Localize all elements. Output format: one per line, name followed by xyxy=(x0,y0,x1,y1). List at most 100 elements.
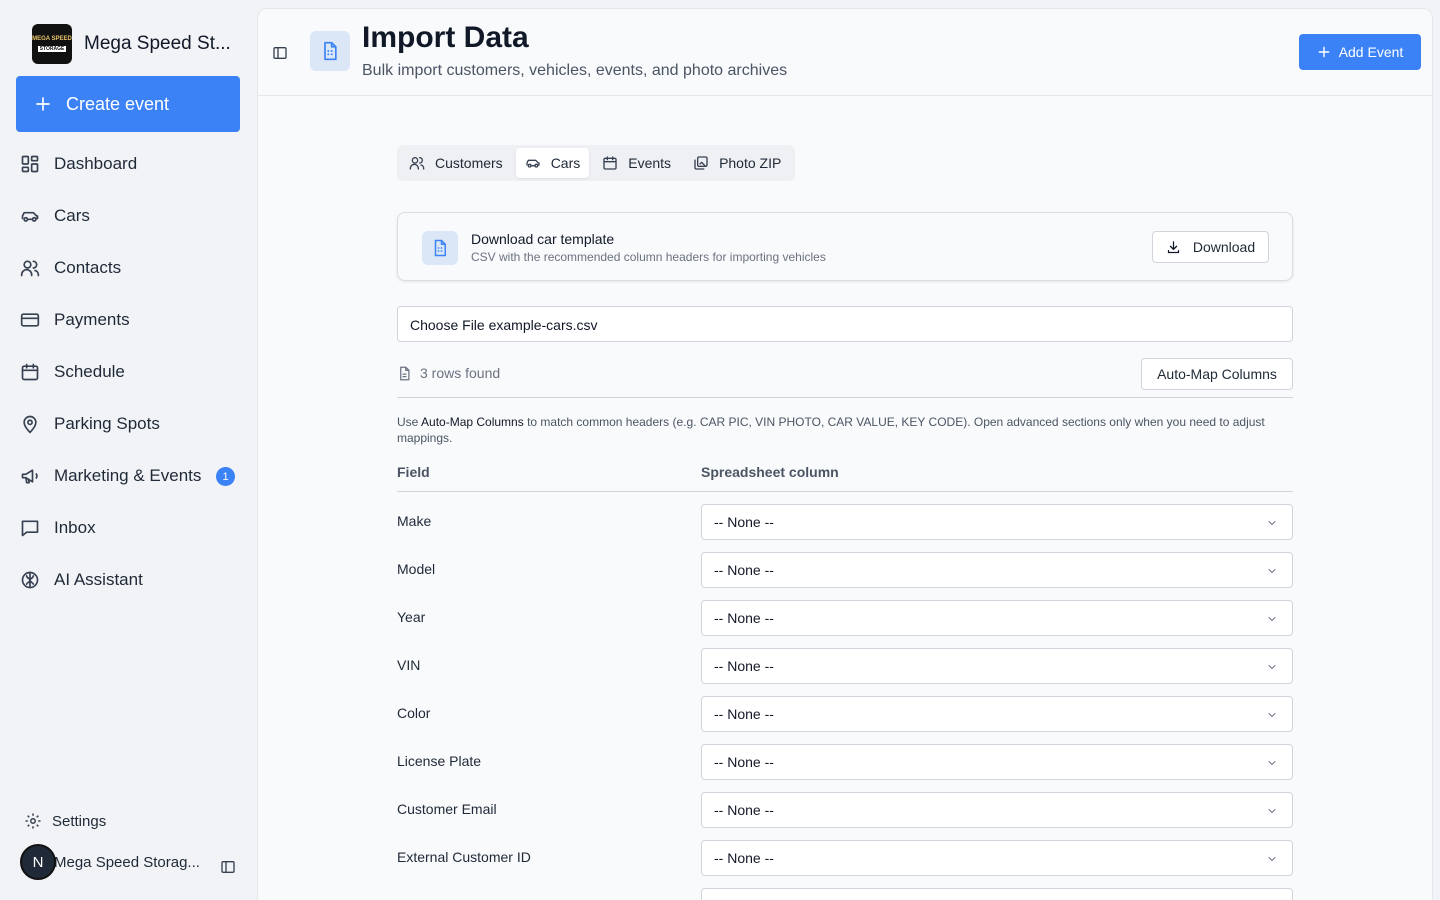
sidebar-item-label: Schedule xyxy=(54,362,125,381)
download-button[interactable]: Download xyxy=(1152,231,1269,263)
car-icon xyxy=(21,211,39,222)
user-menu[interactable]: N Mega Speed Storag... xyxy=(20,844,240,882)
chevron-down-icon xyxy=(1268,617,1276,621)
rows-found-text: 3 rows found xyxy=(420,365,501,381)
main-panel: Import Data Bulk import customers, vehic… xyxy=(257,8,1433,900)
tab-label: Customers xyxy=(435,155,503,171)
file-spreadsheet-icon xyxy=(422,231,458,265)
add-event-button[interactable]: Add Event xyxy=(1299,34,1421,70)
template-card: Download car template CSV with the recom… xyxy=(397,212,1293,281)
field-column-header: Field xyxy=(397,464,430,480)
add-event-label: Add Event xyxy=(1338,44,1404,60)
import-tabs: Customers Cars Events Photo ZIP xyxy=(397,145,795,181)
select-value: -- None -- xyxy=(714,706,774,722)
tab-photo-zip[interactable]: Photo ZIP xyxy=(684,148,790,178)
select-value: -- None -- xyxy=(714,610,774,626)
template-title: Download car template xyxy=(471,231,615,247)
tab-events[interactable]: Events xyxy=(593,148,680,178)
sidebar-item-parking-spots[interactable]: Parking Spots xyxy=(0,398,256,450)
sidebar-item-label: Parking Spots xyxy=(54,414,160,433)
sidebar-item-payments[interactable]: Payments xyxy=(0,294,256,346)
mapping-row: Model -- None -- xyxy=(397,552,1293,588)
chevron-down-icon xyxy=(1268,809,1276,813)
tab-label: Cars xyxy=(550,155,581,171)
notification-badge: 1 xyxy=(216,467,235,486)
users-icon xyxy=(20,260,40,277)
mapping-row: Color -- None -- xyxy=(397,696,1293,732)
logo-subtext: STORAGE xyxy=(37,45,67,52)
mapping-column-select[interactable]: -- None -- xyxy=(701,840,1293,876)
mapping-column-select[interactable]: -- None -- xyxy=(701,648,1293,684)
header-divider xyxy=(397,491,1293,492)
mapping-column-select[interactable]: -- None -- xyxy=(701,600,1293,636)
megaphone-icon xyxy=(21,469,38,484)
sidebar-item-label: Marketing & Events xyxy=(54,466,202,485)
gear-icon xyxy=(25,813,41,829)
mapping-field-label: VIN xyxy=(397,657,421,673)
mapping-row: Customer Email -- None -- xyxy=(397,792,1293,828)
file-input[interactable]: Choose File example-cars.csv xyxy=(397,306,1293,342)
select-value: -- None -- xyxy=(714,850,774,866)
page-title: Import Data xyxy=(362,21,529,54)
mapping-column-select[interactable]: -- None -- xyxy=(701,552,1293,588)
sidebar-toggle-icon[interactable] xyxy=(272,45,288,61)
chevron-down-icon xyxy=(1268,857,1276,861)
mapping-field-label: Model xyxy=(397,561,436,577)
sidebar-item-contacts[interactable]: Contacts xyxy=(0,242,256,294)
mapping-row: Year -- None -- xyxy=(397,600,1293,636)
sidebar-item-inbox[interactable]: Inbox xyxy=(0,502,256,554)
tab-customers[interactable]: Customers xyxy=(400,148,512,178)
page-header: Import Data Bulk import customers, vehic… xyxy=(258,9,1432,96)
mapping-field-label: Make xyxy=(397,513,432,529)
sidebar: MEGA SPEED STORAGE Mega Speed St... Crea… xyxy=(0,0,256,900)
tab-cars[interactable]: Cars xyxy=(515,148,590,178)
download-icon xyxy=(1167,240,1179,253)
hint-emphasis: Auto-Map Columns xyxy=(421,415,524,429)
sidebar-item-marketing-events[interactable]: Marketing & Events 1 xyxy=(0,450,256,502)
brand[interactable]: MEGA SPEED STORAGE Mega Speed St... xyxy=(32,24,231,64)
chevron-down-icon xyxy=(1268,713,1276,717)
mapping-column-select[interactable]: -- None -- xyxy=(701,744,1293,780)
calendar-icon xyxy=(21,363,39,381)
chevron-down-icon xyxy=(1268,569,1276,573)
brand-logo: MEGA SPEED STORAGE xyxy=(32,24,72,64)
credit-card-icon xyxy=(20,313,40,327)
file-spreadsheet-icon xyxy=(310,31,350,71)
user-name: Mega Speed Storag... xyxy=(54,854,200,871)
mapping-column-select[interactable]: -- None -- xyxy=(701,792,1293,828)
plus-icon xyxy=(1318,46,1330,58)
auto-map-button[interactable]: Auto-Map Columns xyxy=(1141,358,1293,390)
file-icon xyxy=(400,366,410,380)
settings-label: Settings xyxy=(52,812,107,830)
tab-label: Photo ZIP xyxy=(719,155,782,171)
sidebar-item-dashboard[interactable]: Dashboard xyxy=(0,138,256,190)
sidebar-item-ai-assistant[interactable]: AI Assistant xyxy=(0,554,256,606)
select-value: -- None -- xyxy=(714,802,774,818)
logo-text: MEGA SPEED xyxy=(32,36,72,43)
brand-name: Mega Speed St... xyxy=(84,33,231,54)
avatar[interactable]: N xyxy=(20,844,56,880)
images-icon xyxy=(694,156,708,170)
mapping-column-select[interactable]: -- None -- xyxy=(701,696,1293,732)
mapping-field-label: License Plate xyxy=(397,753,482,769)
mapping-field-label: External Customer ID xyxy=(397,849,531,865)
create-event-button[interactable]: Create event xyxy=(16,76,240,132)
chevron-down-icon xyxy=(1268,761,1276,765)
mapping-row: VIN -- None -- xyxy=(397,648,1293,684)
mapping-column-select[interactable]: -- None -- xyxy=(701,888,1293,900)
download-label: Download xyxy=(1192,239,1256,255)
sidebar-item-schedule[interactable]: Schedule xyxy=(0,346,256,398)
create-event-label: Create event xyxy=(66,93,170,114)
sidebar-item-cars[interactable]: Cars xyxy=(0,190,256,242)
page-subtitle: Bulk import customers, vehicles, events,… xyxy=(362,62,788,79)
mapping-row: Make -- None -- xyxy=(397,504,1293,540)
sidebar-item-label: Inbox xyxy=(54,518,96,537)
car-icon xyxy=(526,159,540,168)
auto-map-hint: Use Auto-Map Columns to match common hea… xyxy=(397,414,1293,446)
hint-suffix: to match common headers (e.g. CAR PIC, V… xyxy=(397,415,1265,445)
settings-link[interactable]: Settings xyxy=(24,812,106,830)
mapping-field-label: Year xyxy=(397,609,426,625)
mapping-column-select[interactable]: -- None -- xyxy=(701,504,1293,540)
template-description: CSV with the recommended column headers … xyxy=(471,250,826,264)
panel-toggle-icon[interactable] xyxy=(220,859,236,875)
